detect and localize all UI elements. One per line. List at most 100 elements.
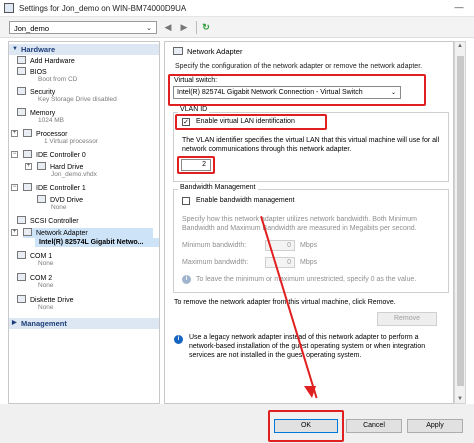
max-bandwidth-label: Maximum bandwidth: [182, 259, 249, 266]
tree-item-sub-selected[interactable]: Intel(R) 82574L Gigabit Netwo... [35, 238, 159, 247]
tree-item-sub: Jon_demo.vhdx [51, 171, 97, 178]
tree-item-label: Security [30, 89, 56, 96]
hard-drive-icon [37, 162, 46, 170]
scroll-up-icon[interactable]: ▲ [457, 43, 463, 49]
tree-item-add-hardware[interactable]: Add Hardware [17, 56, 75, 66]
legacy-note-line-1: Use a legacy network adapter instead of … [189, 334, 419, 341]
vlan-description-line-2: network communications through this netw… [182, 146, 352, 153]
tree-item-label: Network Adapter [36, 230, 88, 237]
max-bandwidth-input[interactable]: 0 [265, 257, 295, 268]
virtual-switch-value: Intel(R) 82574L Gigabit Network Connecti… [177, 89, 363, 96]
com-port-icon [17, 273, 26, 281]
dvd-drive-icon [37, 195, 46, 203]
ide-controller-icon [23, 183, 32, 191]
panel-heading: Network Adapter [187, 47, 243, 56]
title-bar: Settings for Jon_demo on WIN-BM74000D9UA… [0, 0, 474, 17]
apply-button[interactable]: Apply [407, 419, 463, 433]
scroll-down-icon[interactable]: ▼ [457, 396, 463, 402]
minimize-button[interactable]: — [452, 2, 466, 14]
shield-icon [17, 87, 26, 95]
cancel-button[interactable]: Cancel [346, 419, 402, 433]
chevron-down-icon: ⌄ [390, 90, 396, 96]
tree-item-ide-controller-0[interactable]: − IDE Controller 0 [11, 150, 86, 160]
min-bandwidth-label: Minimum bandwidth: [182, 242, 247, 249]
ok-button[interactable]: OK [274, 419, 338, 433]
ide-controller-icon [23, 150, 32, 158]
diskette-icon [17, 295, 26, 303]
tree-item-label: Hard Drive [50, 164, 84, 171]
remove-button[interactable]: Remove [377, 312, 437, 326]
tree-item-sub: None [38, 304, 54, 311]
com-port-icon [17, 251, 26, 259]
tree-item-sub: Key Storage Drive disabled [38, 96, 117, 103]
processor-icon [23, 129, 32, 137]
dialog-footer: OK Cancel Apply [0, 404, 474, 443]
tree-item-sub: 1 Virtual processor [44, 138, 99, 145]
tree-item-network-adapter[interactable]: + Network Adapter [11, 228, 153, 238]
bandwidth-checkbox-label[interactable]: Enable bandwidth management [196, 197, 294, 204]
network-adapter-icon [173, 47, 183, 55]
collapse-minus-icon[interactable]: − [11, 151, 18, 158]
tree-item-label: Memory [30, 110, 56, 117]
collapse-minus-icon[interactable]: − [11, 184, 18, 191]
tree-item-sub: None [38, 282, 54, 289]
bandwidth-checkbox[interactable] [182, 197, 190, 205]
management-section-header[interactable]: ▶ Management [9, 318, 159, 329]
vlan-id-input[interactable]: 2 [181, 159, 211, 171]
tree-item-scsi-controller[interactable]: SCSI Controller [17, 216, 79, 226]
memory-icon [17, 108, 26, 116]
tree-item-label: Add Hardware [30, 58, 75, 65]
tree-item-label: DVD Drive [50, 197, 84, 204]
expand-triangle-icon: ▶ [12, 320, 17, 326]
collapse-triangle-icon: ▼ [12, 46, 18, 52]
virtual-switch-dropdown[interactable]: Intel(R) 82574L Gigabit Network Connecti… [173, 86, 401, 99]
tree-item-label: COM 1 [30, 253, 53, 260]
window-title: Settings for Jon_demo on WIN-BM74000D9UA [19, 4, 187, 13]
tree-item-label: Processor [36, 131, 68, 138]
hardware-header-label: Hardware [21, 45, 56, 54]
tree-item-label: IDE Controller 0 [36, 152, 86, 159]
settings-app-icon [4, 3, 14, 13]
panel-description: Specify the configuration of the network… [175, 63, 423, 70]
vm-name: Jon_demo [14, 24, 50, 33]
info-icon: i [182, 275, 191, 284]
tree-item-sub: None [38, 260, 54, 267]
bandwidth-group-label: Bandwidth Management [178, 184, 258, 191]
min-bandwidth-unit: Mbps [300, 242, 318, 249]
bandwidth-description-line-1: Specify how this network adapter utilize… [182, 216, 417, 223]
refresh-icon[interactable]: ↻ [200, 21, 212, 33]
expand-plus-icon[interactable]: + [11, 130, 18, 137]
expand-plus-icon[interactable]: + [11, 229, 18, 236]
panel-scrollbar[interactable]: ▲ ▼ [454, 41, 466, 404]
tree-item-sub: Boot from CD [38, 76, 78, 83]
virtual-switch-label: Virtual switch: [174, 77, 218, 84]
info-icon: i [174, 335, 183, 344]
vlan-checkbox[interactable]: ✓ [182, 118, 190, 126]
vlan-description-line-1: The VLAN identifier specifies the virtua… [182, 137, 440, 144]
tree-item-sub: 1024 MB [38, 117, 65, 124]
forward-icon[interactable]: ▶ [178, 21, 190, 33]
bandwidth-description-line-2: Bandwidth and Maximum Bandwidth are meas… [182, 225, 417, 232]
tree-item-label: SCSI Controller [30, 218, 79, 225]
scsi-controller-icon [17, 216, 26, 224]
scrollbar-thumb[interactable] [457, 56, 464, 386]
max-bandwidth-unit: Mbps [300, 259, 318, 266]
chevron-down-icon: ⌄ [146, 25, 152, 32]
unrestricted-note: To leave the minimum or maximum unrestri… [196, 276, 417, 283]
vlan-checkbox-label[interactable]: Enable virtual LAN identification [196, 118, 295, 125]
back-icon[interactable]: ◀ [162, 21, 174, 33]
hardware-section-header[interactable]: ▼ Hardware [9, 44, 159, 55]
toolbar-separator [196, 21, 197, 34]
tree-item-label: IDE Controller 1 [36, 185, 86, 192]
management-header-label: Management [21, 319, 67, 328]
expand-plus-icon[interactable]: + [25, 163, 32, 170]
bios-chip-icon [17, 67, 26, 75]
vm-selector[interactable]: Jon_demo ⌄ [9, 21, 157, 34]
network-adapter-icon [23, 228, 32, 236]
vlan-group-label: VLAN ID [178, 106, 210, 113]
toolbar: Jon_demo ⌄ ◀ ▶ ↻ [0, 17, 474, 38]
tree-item-ide-controller-1[interactable]: − IDE Controller 1 [11, 183, 86, 193]
legacy-note-line-3: services are not installed in the guest … [189, 352, 362, 359]
tree-item-sub: None [51, 204, 67, 211]
tree-item-label: COM 2 [30, 275, 53, 282]
